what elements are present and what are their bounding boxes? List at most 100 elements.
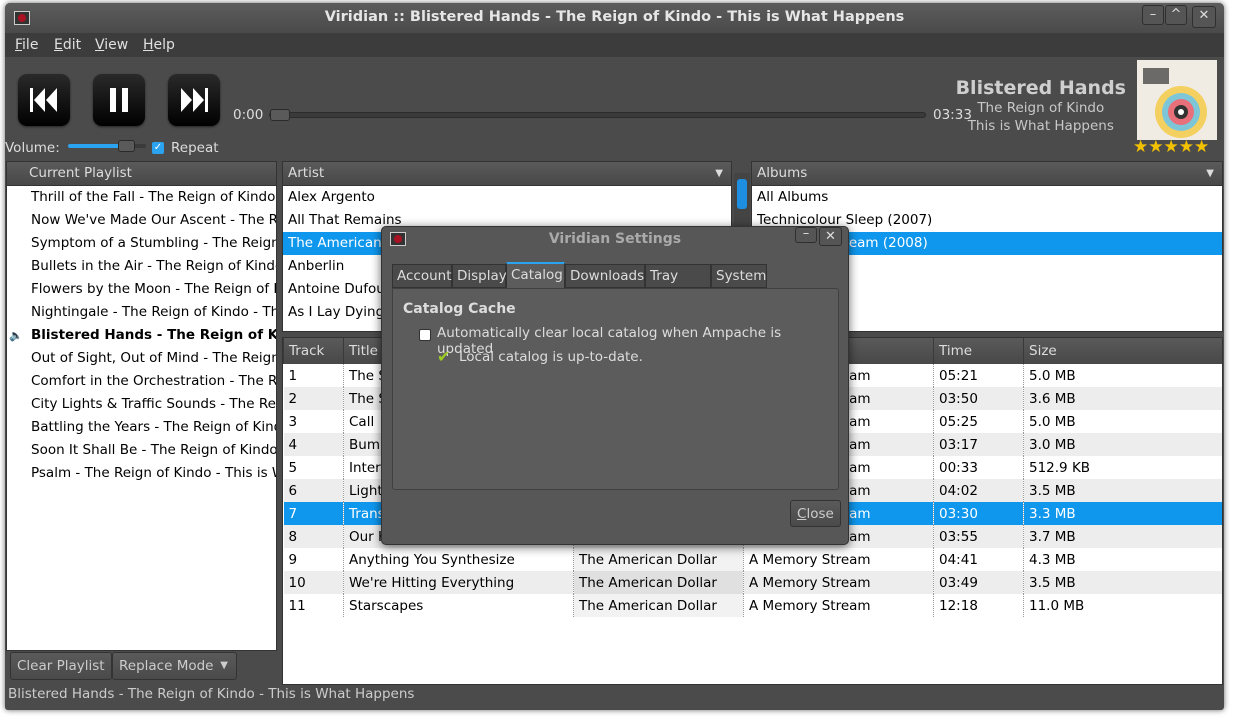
artists-item[interactable]: Alex Argento bbox=[283, 186, 731, 209]
column-header-track[interactable]: Track bbox=[283, 338, 344, 364]
title-bar: Viridian :: Blistered Hands - The Reign … bbox=[5, 3, 1224, 33]
now-album: This is What Happens bbox=[967, 118, 1114, 134]
song-cell-size: 3.0 MB bbox=[1023, 433, 1222, 456]
dialog-minimize-button[interactable]: – bbox=[795, 227, 817, 243]
song-cell-track: 11 bbox=[288, 597, 306, 614]
song-cell-track: 4 bbox=[283, 433, 344, 456]
star-icon[interactable]: ★ bbox=[1194, 137, 1209, 157]
playlist-item-label: Soon It Shall Be - The Reign of Kindo - … bbox=[31, 442, 276, 458]
mode-value: Replace Mode bbox=[119, 658, 214, 674]
minimize-button[interactable]: – bbox=[1142, 5, 1164, 25]
volume-fill bbox=[68, 144, 121, 148]
volume-slider[interactable] bbox=[68, 140, 146, 152]
menu-view[interactable]: View bbox=[95, 37, 128, 53]
menu-label: iew bbox=[104, 37, 129, 53]
elapsed-time: 0:00 bbox=[233, 107, 264, 123]
playlist-header[interactable]: Current Playlist bbox=[7, 162, 276, 186]
menu-help[interactable]: Help bbox=[143, 37, 175, 53]
albums-header[interactable]: Albums ▼ bbox=[752, 162, 1222, 186]
volume-label: Volume: bbox=[5, 140, 60, 156]
song-cell-size: 4.3 MB bbox=[1023, 548, 1222, 571]
tab-display[interactable]: Display bbox=[452, 264, 507, 288]
song-cell-track: 10 bbox=[283, 571, 344, 594]
tab-account[interactable]: Account bbox=[392, 264, 452, 288]
catalog-status: Local catalog is up-to-date. bbox=[459, 349, 643, 365]
tab-tray-icon[interactable]: Tray Icon bbox=[645, 264, 711, 306]
song-cell-time: 04:02 bbox=[933, 479, 1024, 502]
song-cell-title: Starscapes bbox=[343, 594, 574, 617]
playlist-item[interactable]: Blistered Hands - The Reign of Kindo 🔈 bbox=[7, 324, 276, 347]
song-cell-time: 03:17 bbox=[933, 433, 1024, 456]
song-row[interactable]: 11 Starscapes The American Dollar A Memory … bbox=[284, 594, 1222, 617]
song-cell-size: 3.5 MB bbox=[1023, 479, 1222, 502]
dialog-close-x-button[interactable]: ✕ bbox=[819, 227, 842, 246]
mnemonic: H bbox=[143, 37, 154, 53]
close-button[interactable]: ✕ bbox=[1192, 6, 1216, 28]
albums-item[interactable]: All Albums bbox=[752, 186, 1222, 209]
rating-stars[interactable]: ★★★★★ bbox=[1133, 137, 1209, 157]
playlist-item[interactable]: Symptom of a Stumbling - The Reign of Ki… bbox=[7, 232, 276, 255]
dialog-close-button[interactable]: Close bbox=[790, 500, 841, 527]
album-art bbox=[1137, 60, 1217, 140]
playlist-item-label: Flowers by the Moon - The Reign of Kindo bbox=[31, 281, 276, 297]
playlist-item[interactable]: City Lights & Traffic Sounds - The Reign… bbox=[7, 393, 276, 416]
maximize-button[interactable]: ^ bbox=[1165, 5, 1187, 25]
menu-file[interactable]: File bbox=[15, 37, 38, 53]
star-icon[interactable]: ★ bbox=[1133, 137, 1148, 157]
playlist-item-label: Comfort in the Orchestration - The Reign… bbox=[31, 373, 276, 389]
playlist-item[interactable]: Psalm - The Reign of Kindo - This is Wha… bbox=[7, 462, 276, 485]
tab-system[interactable]: System bbox=[711, 264, 767, 288]
artist-header[interactable]: Artist ▼ bbox=[283, 162, 731, 186]
mode-dropdown[interactable]: Replace Mode ▼ bbox=[112, 652, 237, 680]
mnemonic: F bbox=[15, 37, 23, 53]
song-cell-track: 3 bbox=[288, 413, 298, 430]
section-title: Catalog Cache bbox=[403, 301, 516, 317]
menu-edit[interactable]: Edit bbox=[54, 37, 81, 53]
next-icon bbox=[181, 88, 208, 112]
scrollbar-thumb[interactable] bbox=[737, 179, 747, 209]
playlist-item[interactable]: Bullets in the Air - The Reign of Kindo … bbox=[7, 255, 276, 278]
playlist-item[interactable]: Out of Sight, Out of Mind - The Reign of… bbox=[7, 347, 276, 370]
tab-catalog[interactable]: Catalog bbox=[506, 262, 565, 289]
star-icon[interactable]: ★ bbox=[1179, 137, 1194, 157]
song-cell-time: 03:49 bbox=[933, 571, 1024, 594]
clear-playlist-button[interactable]: Clear Playlist bbox=[10, 652, 112, 680]
playlist-list: Thrill of the Fall - The Reign of Kindo … bbox=[7, 186, 276, 485]
song-row[interactable]: 9 Anything You Synthesize The American Dol… bbox=[284, 548, 1222, 571]
playlist-item[interactable]: Flowers by the Moon - The Reign of Kindo bbox=[7, 278, 276, 301]
playlist-item[interactable]: Thrill of the Fall - The Reign of Kindo … bbox=[7, 186, 276, 209]
menu-label: elp bbox=[153, 37, 175, 53]
repeat-label: Repeat bbox=[171, 140, 219, 156]
seek-handle[interactable] bbox=[270, 109, 290, 121]
pause-button[interactable] bbox=[93, 74, 145, 126]
playlist-item-label: City Lights & Traffic Sounds - The Reign… bbox=[31, 396, 276, 412]
song-row[interactable]: 10 We're Hitting Everything The American D… bbox=[283, 571, 1222, 594]
playlist-item[interactable]: Battling the Years - The Reign of Kindo … bbox=[7, 416, 276, 439]
previous-button[interactable] bbox=[18, 74, 70, 126]
repeat-checkbox[interactable]: ✓ bbox=[152, 142, 164, 154]
playlist-item[interactable]: Now We've Made Our Ascent - The Reign of… bbox=[7, 209, 276, 232]
song-cell-time: 12:18 bbox=[933, 594, 1024, 617]
volume-handle[interactable] bbox=[117, 140, 135, 152]
playlist-item-label: Thrill of the Fall - The Reign of Kindo … bbox=[31, 189, 276, 205]
song-cell-track: 7 bbox=[283, 502, 344, 525]
settings-dialog: Viridian Settings – ✕ Account Display Cata… bbox=[381, 226, 849, 545]
menu-bar: File Edit View Help bbox=[5, 33, 1224, 57]
playlist-item[interactable]: Comfort in the Orchestration - The Reign… bbox=[7, 370, 276, 393]
song-cell-track: 1 bbox=[288, 367, 298, 384]
tab-downloads[interactable]: Downloads bbox=[565, 264, 645, 288]
song-cell-time: 03:55 bbox=[933, 525, 1024, 548]
star-icon[interactable]: ★ bbox=[1164, 137, 1179, 157]
playlist-item[interactable]: Soon It Shall Be - The Reign of Kindo - … bbox=[7, 439, 276, 462]
song-cell-title: Anything You Synthesize bbox=[343, 548, 574, 571]
song-cell-album: A Memory Stream bbox=[743, 594, 934, 617]
next-button[interactable] bbox=[168, 74, 220, 126]
now-title: Blistered Hands bbox=[955, 77, 1126, 99]
playlist-item[interactable]: Nightingale - The Reign of Kindo - This … bbox=[7, 301, 276, 324]
column-header-time[interactable]: Time bbox=[933, 338, 1024, 364]
auto-clear-checkbox[interactable] bbox=[419, 329, 431, 341]
star-icon[interactable]: ★ bbox=[1148, 137, 1163, 157]
column-header-size[interactable]: Size bbox=[1023, 338, 1222, 364]
song-cell-size: 5.0 MB bbox=[1023, 364, 1222, 387]
seek-slider[interactable] bbox=[269, 109, 926, 121]
